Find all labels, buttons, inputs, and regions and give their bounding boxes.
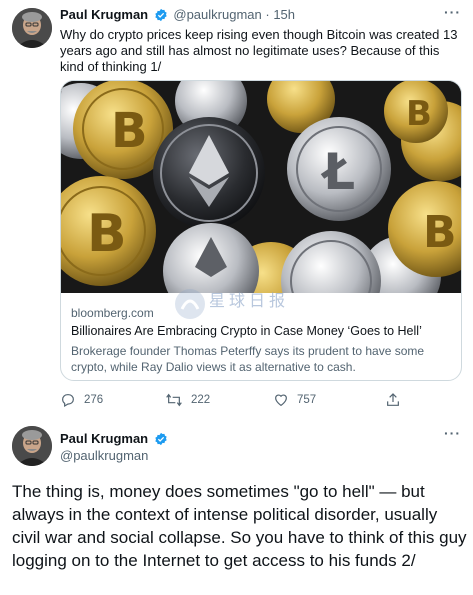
card-description: Brokerage founder Thomas Peterffy says i…: [71, 344, 425, 374]
svg-text:B: B: [406, 94, 432, 134]
verified-badge-icon: [154, 8, 168, 25]
author-avatar[interactable]: [12, 8, 52, 48]
svg-text:B: B: [111, 103, 148, 159]
share-button[interactable]: [385, 390, 409, 410]
svg-text:B: B: [423, 207, 457, 258]
svg-text:Ł: Ł: [320, 143, 355, 201]
author-handle[interactable]: @paulkrugman: [173, 7, 261, 22]
like-count: 757: [297, 394, 317, 406]
more-options-icon[interactable]: ···: [444, 425, 461, 441]
verified-badge-icon: [154, 432, 168, 449]
author-avatar[interactable]: [12, 426, 52, 466]
watermark-text: 星球日报: [209, 293, 290, 310]
reply-icon: [62, 394, 74, 408]
retweet-icon: [166, 393, 182, 407]
tweet-text: The thing is, money does sometimes "go t…: [12, 482, 467, 570]
tweet-header: Paul Krugman @paulkrugman · 15h: [60, 7, 461, 25]
svg-text:B: B: [87, 204, 127, 264]
reply-count: 276: [84, 394, 104, 406]
card-title: Billionaires Are Embracing Crypto in Cas…: [71, 324, 422, 338]
more-options-icon[interactable]: ···: [444, 4, 461, 20]
like-button[interactable]: 757: [273, 390, 316, 410]
tweet-text: Why do crypto prices keep rising even th…: [60, 27, 458, 74]
card-image-crypto-coins: B B Ł B B: [61, 81, 461, 331]
tweet-timestamp[interactable]: 15h: [273, 7, 295, 22]
link-card[interactable]: B B Ł B B 星球日报 bloomberg.com Billionaire…: [60, 80, 462, 381]
tweet-actions: 276 222 757: [60, 390, 460, 410]
retweet-button[interactable]: 222: [165, 390, 210, 410]
author-name-row: Paul Krugman: [60, 431, 170, 449]
heart-icon: [275, 394, 287, 407]
author-name[interactable]: Paul Krugman: [60, 7, 148, 22]
card-domain: bloomberg.com: [71, 306, 154, 320]
retweet-count: 222: [191, 394, 211, 406]
reply-button[interactable]: 276: [60, 390, 103, 410]
author-name[interactable]: Paul Krugman: [60, 431, 148, 446]
author-handle[interactable]: @paulkrugman: [60, 448, 148, 463]
separator-dot: ·: [265, 7, 270, 22]
share-icon: [387, 393, 399, 406]
